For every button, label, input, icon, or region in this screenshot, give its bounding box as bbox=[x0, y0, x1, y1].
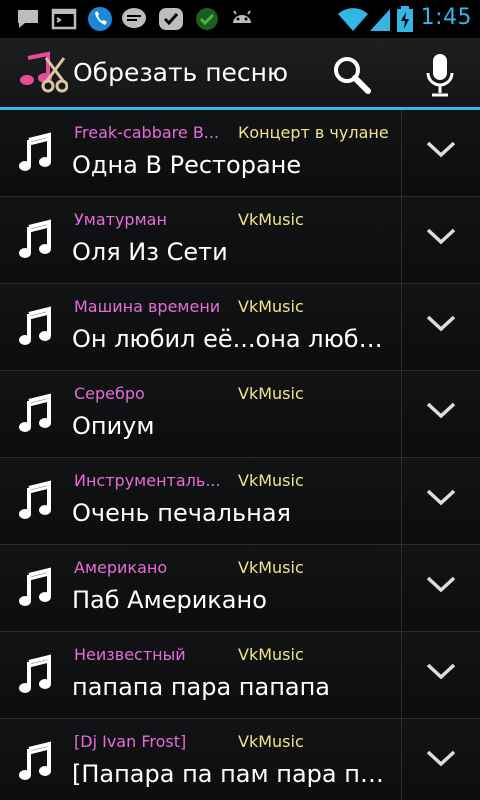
song-title: Очень печальная bbox=[72, 499, 291, 527]
action-bar: Обрезать песню bbox=[0, 38, 480, 110]
expand-button[interactable] bbox=[401, 545, 480, 632]
song-artist: Freak-cabbare B... bbox=[74, 123, 220, 142]
music-note-icon bbox=[19, 654, 51, 693]
chevron-down-icon bbox=[426, 489, 456, 506]
music-note-icon bbox=[19, 480, 51, 519]
song-album: VkMusic bbox=[238, 210, 304, 229]
expand-button[interactable] bbox=[401, 371, 480, 458]
music-scissors-icon[interactable] bbox=[18, 50, 68, 96]
expand-button[interactable] bbox=[401, 197, 480, 284]
song-album: VkMusic bbox=[238, 645, 304, 664]
song-artist: Серебро bbox=[74, 384, 145, 403]
song-row[interactable]: Freak-cabbare B... Концерт в чулане Одна… bbox=[0, 110, 480, 197]
song-artist: Неизвестный bbox=[74, 645, 186, 664]
song-album: VkMusic bbox=[238, 558, 304, 577]
song-artist: Уматурман bbox=[74, 210, 167, 229]
expand-button[interactable] bbox=[401, 284, 480, 371]
song-album: VkMusic bbox=[238, 732, 304, 751]
expand-button[interactable] bbox=[401, 719, 480, 800]
music-note-icon bbox=[19, 393, 51, 432]
chevron-down-icon bbox=[426, 576, 456, 593]
song-row[interactable]: Уматурман VkMusic Оля Из Сети bbox=[0, 197, 480, 284]
song-artist: Машина времени bbox=[74, 297, 221, 316]
song-artist: [Dj Ivan Frost] bbox=[74, 732, 187, 751]
chevron-down-icon bbox=[426, 315, 456, 332]
chat-bubble-icon bbox=[18, 10, 38, 28]
song-title: Он любил её...она люби... bbox=[72, 325, 392, 353]
song-title: папапа пара папапа bbox=[72, 673, 330, 701]
status-bar: 1:45 bbox=[0, 0, 480, 38]
wifi-icon bbox=[338, 8, 368, 31]
chevron-down-icon bbox=[426, 663, 456, 680]
battery-charging-icon bbox=[397, 6, 413, 32]
music-note-icon bbox=[19, 132, 51, 171]
song-row[interactable]: Неизвестный VkMusic папапа пара папапа bbox=[0, 632, 480, 719]
music-note-icon bbox=[19, 306, 51, 345]
signal-icon bbox=[370, 9, 390, 31]
song-list[interactable]: Freak-cabbare B... Концерт в чулане Одна… bbox=[0, 110, 480, 800]
expand-button[interactable] bbox=[401, 110, 480, 197]
phone-icon bbox=[88, 7, 112, 31]
music-note-icon bbox=[19, 567, 51, 606]
music-note-icon bbox=[19, 741, 51, 780]
song-title: Одна В Ресторане bbox=[72, 151, 302, 179]
check-circle-icon bbox=[196, 8, 218, 30]
terminal-icon bbox=[51, 8, 77, 30]
chevron-down-icon bbox=[426, 141, 456, 158]
expand-button[interactable] bbox=[401, 458, 480, 545]
check-icon bbox=[159, 8, 183, 30]
microphone-icon[interactable] bbox=[420, 51, 460, 99]
song-row[interactable]: [Dj Ivan Frost] VkMusic [Папара па пам п… bbox=[0, 719, 480, 800]
song-row[interactable]: Американо VkMusic Паб Американо bbox=[0, 545, 480, 632]
song-row[interactable]: Машина времени VkMusic Он любил её...она… bbox=[0, 284, 480, 371]
app-title: Обрезать песню bbox=[73, 58, 289, 87]
chevron-down-icon bbox=[426, 750, 456, 767]
song-album: VkMusic bbox=[238, 471, 304, 490]
song-title: [Папара па пам пара па... bbox=[72, 760, 392, 788]
song-album: Концерт в чулане bbox=[238, 123, 389, 142]
chevron-down-icon bbox=[426, 402, 456, 419]
song-artist: Американо bbox=[74, 558, 168, 577]
song-title: Паб Американо bbox=[72, 586, 267, 614]
search-icon[interactable] bbox=[330, 53, 374, 97]
music-note-icon bbox=[19, 219, 51, 258]
song-title: Опиум bbox=[72, 412, 155, 440]
song-row[interactable]: Серебро VkMusic Опиум bbox=[0, 371, 480, 458]
chevron-down-icon bbox=[426, 228, 456, 245]
song-row[interactable]: Инструменталь... VkMusic Очень печальная bbox=[0, 458, 480, 545]
song-artist: Инструменталь... bbox=[74, 471, 221, 490]
android-icon bbox=[233, 10, 251, 23]
song-album: VkMusic bbox=[238, 384, 304, 403]
status-clock: 1:45 bbox=[420, 5, 472, 30]
song-title: Оля Из Сети bbox=[72, 238, 228, 266]
expand-button[interactable] bbox=[401, 632, 480, 719]
song-album: VkMusic bbox=[238, 297, 304, 316]
talk-icon bbox=[122, 8, 146, 28]
